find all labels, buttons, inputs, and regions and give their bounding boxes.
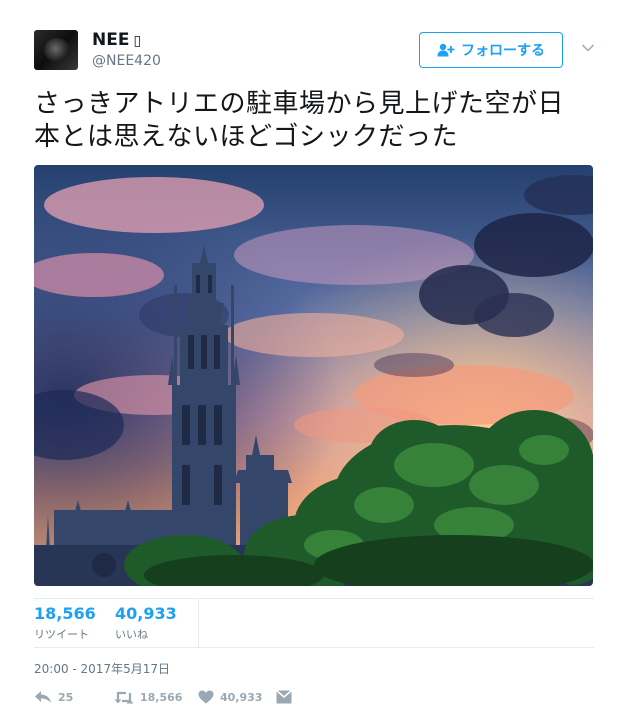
user-handle[interactable]: @NEE420 <box>92 53 161 69</box>
retweet-count: 18,566 <box>34 604 96 623</box>
retweet-button[interactable]: 18,566 <box>114 690 182 704</box>
tweet-timestamp[interactable]: 20:00 - 2017年5月17日 <box>34 660 170 677</box>
reply-icon <box>35 691 51 703</box>
like-button[interactable]: 40,933 <box>198 690 262 704</box>
retweet-icon <box>114 691 134 704</box>
tweet-header: NEE ▯ @NEE420 フォローする <box>34 30 594 74</box>
reply-button[interactable]: 25 <box>34 690 73 704</box>
name-glyph: ▯ <box>133 33 142 49</box>
retweet-action-count: 18,566 <box>140 690 183 704</box>
direct-message-icon <box>276 690 292 704</box>
reply-count: 25 <box>58 690 74 704</box>
retweet-label: リツイート <box>34 628 89 641</box>
cathedral-sky-photo <box>34 165 593 586</box>
tweet-actions: 25 18,566 40,933 <box>34 690 594 712</box>
display-name[interactable]: NEE ▯ <box>92 30 141 50</box>
avatar[interactable] <box>34 30 78 70</box>
tweet-photo[interactable] <box>34 165 593 586</box>
like-count: 40,933 <box>115 604 177 623</box>
follow-user-icon <box>437 43 455 57</box>
like-stat[interactable]: 40,933 いいね <box>115 605 177 642</box>
display-name-text[interactable]: NEE <box>92 30 129 50</box>
heart-icon <box>198 690 214 704</box>
chevron-down-icon[interactable] <box>580 40 596 56</box>
tweet-text: さっきアトリエの駐車場から見上げた空が日 本とは思えないほどゴシックだった <box>34 88 594 154</box>
like-label: いいね <box>115 628 148 641</box>
follow-button-label: フォローする <box>461 43 545 59</box>
tweet-text-line-2: 本とは思えないほどゴシックだった <box>34 122 459 152</box>
direct-message-button[interactable] <box>276 690 292 704</box>
retweet-stat[interactable]: 18,566 リツイート <box>34 605 96 642</box>
follow-button[interactable]: フォローする <box>419 32 563 68</box>
like-action-count: 40,933 <box>220 690 263 704</box>
stats-divider <box>198 599 199 647</box>
tweet-stats: 18,566 リツイート 40,933 いいね <box>34 598 594 648</box>
tweet-text-line-1: さっきアトリエの駐車場から見上げた空が日 <box>34 89 565 119</box>
